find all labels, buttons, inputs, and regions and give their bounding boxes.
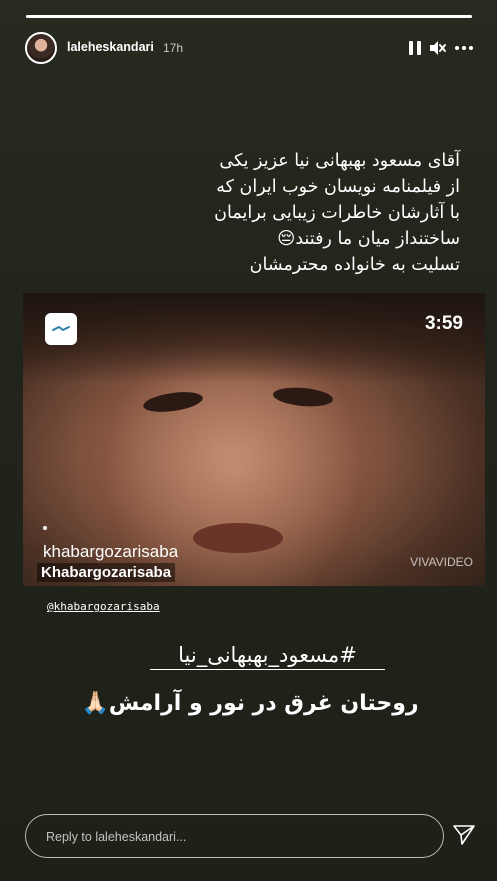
- video-frame-hair: [23, 293, 485, 383]
- hashtag-sticker[interactable]: #مسعود_بهبهانی_نیا: [150, 640, 385, 670]
- story-progress-bar: [26, 15, 472, 18]
- story-caption: آقای مسعود بهبهانی نیا عزیز یکی از فیلمن…: [40, 148, 460, 278]
- caption-line: از فیلمنامه نویسان خوب ایران که: [216, 177, 460, 197]
- avatar[interactable]: [25, 32, 57, 64]
- send-icon[interactable]: [452, 823, 476, 847]
- story-time: 17h: [163, 41, 184, 55]
- muted-speaker-icon[interactable]: [427, 38, 447, 58]
- video-duration: 3:59: [424, 313, 463, 334]
- video-channel-name[interactable]: khabargozarisaba: [43, 542, 178, 562]
- video-dot: [43, 526, 47, 530]
- caption-line: تسلیت به خانواده محترمشان: [249, 255, 460, 275]
- story-viewer: laleheskandari 17h آقای مسعود بهبهانی نی…: [0, 0, 497, 881]
- igtv-icon: [45, 313, 77, 345]
- caption-line: ساختنداز میان ما رفتند😔: [277, 229, 460, 249]
- video-frame-mouth: [193, 523, 283, 553]
- mention-sticker[interactable]: @khabargozarisaba: [47, 600, 160, 613]
- condolence-text: روحتان غرق در نور و آرامش🙏🏻: [81, 691, 419, 716]
- story-header: laleheskandari 17h: [25, 32, 477, 66]
- video-watermark: Khabargozarisaba: [37, 563, 176, 582]
- caption-line: آقای مسعود بهبهانی نیا عزیز یکی: [219, 151, 460, 171]
- reply-input[interactable]: [46, 827, 426, 847]
- vivavideo-watermark: VIVAVIDEO: [410, 555, 473, 569]
- reply-box[interactable]: [25, 814, 444, 858]
- pause-icon[interactable]: [405, 38, 425, 58]
- shared-video-card[interactable]: 3:59 khabargozarisaba Khabargozarisaba V…: [23, 293, 485, 586]
- caption-line: با آثارشان خاطرات زیبایی برایمان: [214, 203, 460, 223]
- story-progress-fill: [26, 15, 472, 18]
- username[interactable]: laleheskandari: [67, 40, 154, 54]
- more-horizontal-icon[interactable]: [454, 38, 474, 58]
